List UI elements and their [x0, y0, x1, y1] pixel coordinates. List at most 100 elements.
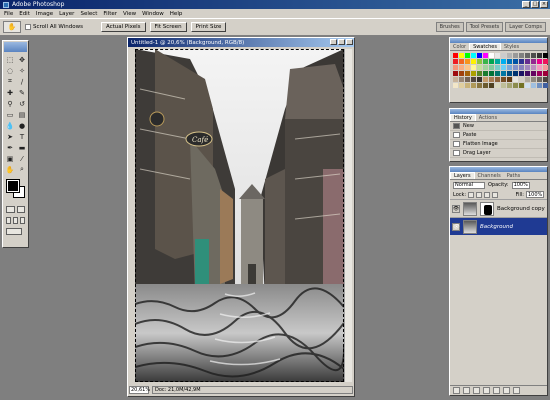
color-swatch[interactable] — [501, 77, 506, 82]
color-swatch[interactable] — [477, 65, 482, 70]
pen-tool-icon[interactable]: ✒ — [4, 142, 16, 153]
new-adjustment-layer-icon[interactable] — [493, 387, 500, 394]
gradient-tool-icon[interactable]: ▤ — [16, 109, 28, 120]
color-swatch[interactable] — [483, 53, 488, 58]
menu-select[interactable]: Select — [80, 11, 97, 17]
color-swatch[interactable] — [489, 53, 494, 58]
move-tool-icon[interactable]: ✥ — [16, 54, 28, 65]
tab-layers[interactable]: Layers — [450, 172, 475, 179]
color-swatch[interactable] — [453, 65, 458, 70]
hand-tool-preset-icon[interactable]: ✋ — [3, 21, 21, 33]
layer-comps-tab[interactable]: Layer Comps — [505, 22, 546, 32]
color-swatch[interactable] — [507, 59, 512, 64]
color-swatch[interactable] — [459, 65, 464, 70]
color-swatch[interactable] — [483, 71, 488, 76]
menu-window[interactable]: Window — [142, 11, 164, 17]
document-title-bar[interactable]: Untitled-1 @ 20,6% (Background, RGB/8) — [128, 38, 354, 47]
color-swatch[interactable] — [513, 53, 518, 58]
color-swatch[interactable] — [495, 59, 500, 64]
color-swatch[interactable] — [489, 65, 494, 70]
color-swatch[interactable] — [477, 83, 482, 88]
tab-styles[interactable]: Styles — [501, 43, 522, 50]
history-brush-tool-icon[interactable]: ↺ — [16, 98, 28, 109]
color-swatch[interactable] — [489, 77, 494, 82]
standard-screen-mode-button[interactable] — [6, 217, 11, 224]
color-swatch[interactable] — [525, 65, 530, 70]
tab-actions[interactable]: Actions — [476, 114, 500, 121]
color-swatch[interactable] — [489, 59, 494, 64]
color-swatch[interactable] — [459, 53, 464, 58]
lock-all-icon[interactable] — [492, 191, 499, 198]
color-swatch[interactable] — [519, 59, 524, 64]
color-swatch[interactable] — [501, 71, 506, 76]
color-swatch[interactable] — [501, 65, 506, 70]
color-swatch[interactable] — [507, 83, 512, 88]
color-swatch[interactable] — [495, 65, 500, 70]
color-swatch[interactable] — [519, 83, 524, 88]
quick-mask-mode-button[interactable] — [16, 206, 25, 213]
scroll-all-windows-checkbox[interactable] — [25, 24, 31, 30]
color-swatch[interactable] — [543, 83, 548, 88]
tab-channels[interactable]: Channels — [475, 172, 504, 179]
tool-presets-tab[interactable]: Tool Presets — [465, 22, 504, 32]
print-size-button[interactable]: Print Size — [190, 22, 227, 32]
color-swatch[interactable] — [525, 53, 530, 58]
color-swatch[interactable] — [495, 53, 500, 58]
color-swatch[interactable] — [525, 83, 530, 88]
color-swatch[interactable] — [465, 59, 470, 64]
doc-minimize-button[interactable] — [330, 39, 337, 45]
tab-color[interactable]: Color — [450, 43, 469, 50]
path-selection-tool-icon[interactable]: ➤ — [4, 131, 16, 142]
document-size-info[interactable]: Doc: 21,0M/42,9M — [152, 386, 353, 394]
color-swatch[interactable] — [543, 53, 548, 58]
menu-image[interactable]: Image — [36, 11, 53, 17]
color-swatch[interactable] — [507, 71, 512, 76]
color-swatch[interactable] — [507, 65, 512, 70]
foreground-color-swatch[interactable] — [6, 179, 20, 193]
eraser-tool-icon[interactable]: ▭ — [4, 109, 16, 120]
color-swatch[interactable] — [543, 65, 548, 70]
new-group-icon[interactable] — [483, 387, 490, 394]
color-swatch[interactable] — [513, 65, 518, 70]
color-swatch[interactable] — [459, 59, 464, 64]
blend-mode-select[interactable]: Normal — [453, 181, 485, 189]
color-swatch[interactable] — [495, 71, 500, 76]
history-item[interactable]: New — [450, 122, 547, 131]
color-swatch[interactable] — [525, 77, 530, 82]
color-swatch[interactable] — [459, 83, 464, 88]
color-swatch[interactable] — [483, 77, 488, 82]
toolbox-header[interactable] — [4, 42, 27, 52]
color-swatch[interactable] — [537, 71, 542, 76]
fill-field[interactable]: 100% — [526, 191, 544, 198]
color-swatch[interactable] — [543, 71, 548, 76]
color-swatch[interactable] — [471, 65, 476, 70]
color-swatch[interactable] — [501, 53, 506, 58]
shape-tool-icon[interactable]: ▬ — [16, 142, 28, 153]
layer-mask-thumbnail[interactable] — [480, 201, 494, 216]
brushes-tab[interactable]: Brushes — [435, 22, 464, 32]
color-swatch[interactable] — [531, 65, 536, 70]
vertical-scrollbar[interactable] — [344, 49, 352, 382]
trash-icon[interactable] — [513, 387, 520, 394]
color-swatch[interactable] — [537, 65, 542, 70]
color-swatch[interactable] — [531, 59, 536, 64]
color-swatch[interactable] — [495, 77, 500, 82]
hand-tool-icon[interactable]: ✋ — [4, 164, 16, 175]
history-item[interactable]: Paste — [450, 131, 547, 140]
new-layer-icon[interactable] — [503, 387, 510, 394]
lock-image-icon[interactable] — [476, 191, 483, 198]
color-swatch[interactable] — [513, 59, 518, 64]
color-swatch[interactable] — [519, 65, 524, 70]
zoom-level-field[interactable]: 20,61% — [129, 386, 150, 394]
visibility-eye-icon[interactable]: 👁 — [452, 222, 460, 231]
history-item[interactable]: Drag Layer — [450, 149, 547, 158]
lasso-tool-icon[interactable]: ◌ — [4, 65, 16, 76]
full-screen-mode-button[interactable] — [20, 217, 25, 224]
notes-tool-icon[interactable]: ▣ — [4, 153, 16, 164]
color-swatch[interactable] — [537, 83, 542, 88]
menu-file[interactable]: File — [4, 11, 13, 17]
type-tool-icon[interactable]: T — [16, 131, 28, 142]
layer-style-icon[interactable] — [463, 387, 470, 394]
menu-filter[interactable]: Filter — [103, 11, 117, 17]
color-swatch[interactable] — [507, 53, 512, 58]
